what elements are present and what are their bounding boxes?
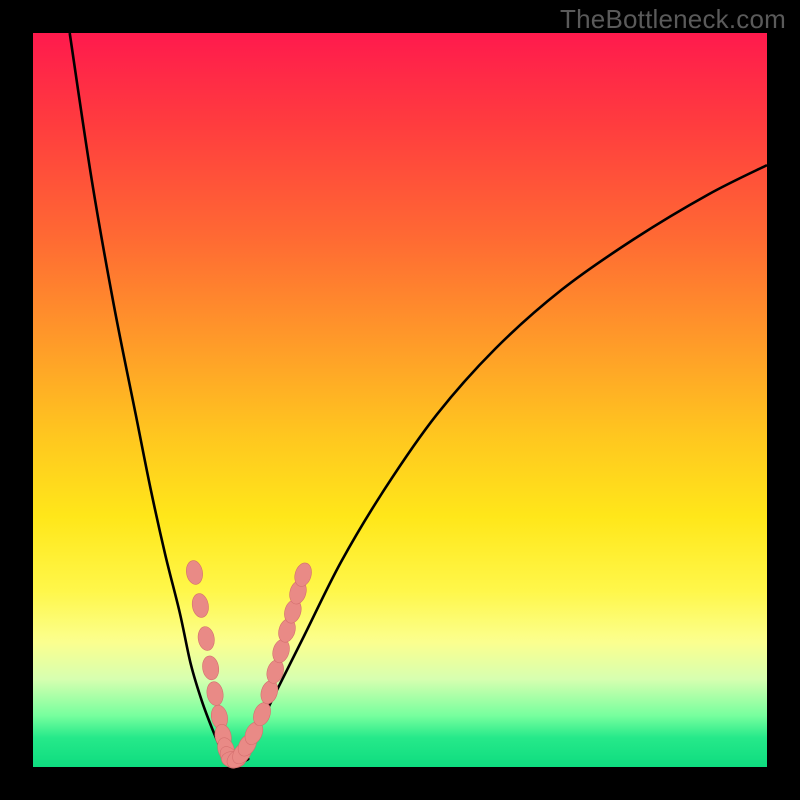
highlight-marker (190, 592, 210, 618)
bottleneck-curve (70, 33, 767, 764)
marker-group (185, 559, 315, 772)
highlight-marker (185, 559, 205, 585)
watermark-text: TheBottleneck.com (560, 4, 786, 35)
highlight-marker (201, 655, 221, 681)
outer-frame: TheBottleneck.com (0, 0, 800, 800)
highlight-marker (196, 625, 216, 651)
chart-overlay (33, 33, 767, 767)
curve-group (70, 33, 767, 764)
highlight-marker (205, 680, 225, 706)
